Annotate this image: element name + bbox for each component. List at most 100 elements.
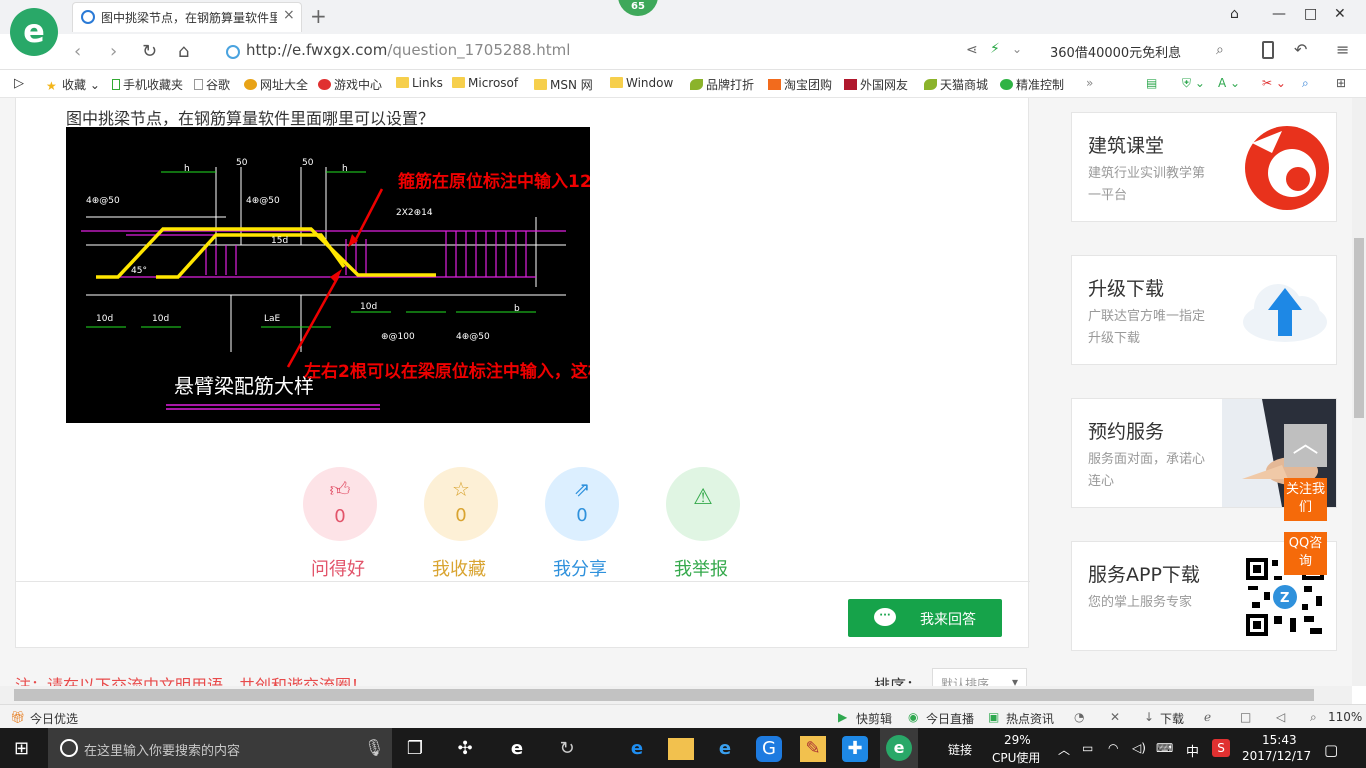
daily-picks-link[interactable]: 今日优选 xyxy=(30,710,78,727)
report-label[interactable]: 我举报 xyxy=(641,555,761,581)
notes-app-icon[interactable]: ✎ xyxy=(800,736,826,762)
browser-badge[interactable]: 65 xyxy=(618,0,658,16)
sort-select[interactable]: 默认排序 ▾ xyxy=(932,668,1027,686)
bookmark-item[interactable]: 淘宝团购 xyxy=(768,76,832,93)
bookmark-item[interactable]: Window xyxy=(610,76,673,90)
book-icon[interactable]: ▤ xyxy=(1146,76,1157,90)
bookmark-item[interactable]: 天猫商城 xyxy=(924,76,988,93)
undo-icon[interactable]: ↶ xyxy=(1294,40,1307,59)
new-tab-button[interactable]: + xyxy=(310,4,327,28)
forward-icon[interactable]: › xyxy=(110,41,117,62)
shield-icon[interactable]: ⛨ ⌄ xyxy=(1182,76,1205,91)
bookmark-item[interactable]: MSN 网 xyxy=(534,76,593,93)
bookmark-item[interactable]: 网址大全 xyxy=(244,76,308,93)
more-bookmarks-icon[interactable]: » xyxy=(1086,76,1093,90)
battery-icon[interactable]: ▭ xyxy=(1082,741,1093,755)
clock-date[interactable]: 2017/12/17 xyxy=(1242,749,1311,763)
taskbar-link-label[interactable]: 链接 xyxy=(948,741,972,758)
menu-icon[interactable]: ≡ xyxy=(1336,40,1349,59)
ie-app-icon[interactable]: e xyxy=(712,736,738,762)
back-icon[interactable]: ‹ xyxy=(74,41,81,62)
bookmark-item[interactable]: Microsof xyxy=(452,76,518,90)
search-icon[interactable]: ⌕ xyxy=(1216,42,1224,58)
share-label[interactable]: 我分享 xyxy=(520,555,640,581)
windows-start-icon[interactable]: ⊞ xyxy=(14,738,29,759)
active-browser-task[interactable]: e xyxy=(880,728,918,768)
bookmark-item[interactable]: Links xyxy=(396,76,443,90)
download-link[interactable]: 下载 xyxy=(1160,710,1184,727)
keyboard-icon[interactable]: ⌨ xyxy=(1156,741,1173,755)
question-image[interactable]: 50 50 h h 4⊕@50 4⊕@50 2X2⊕14 15d 45° 10d… xyxy=(66,127,590,423)
translate-icon[interactable]: A ⌄ xyxy=(1218,76,1240,90)
status-item[interactable]: 今日直播 xyxy=(926,710,974,727)
maximize-button[interactable]: □ xyxy=(1304,6,1317,22)
bookmark-item[interactable]: 游戏中心 xyxy=(318,76,382,93)
tab-close-icon[interactable]: × xyxy=(283,7,295,23)
speed-icon[interactable]: ◔ xyxy=(1074,710,1084,724)
favorite-label[interactable]: 我收藏 xyxy=(399,555,519,581)
report-button[interactable]: ⚠ xyxy=(666,467,740,541)
horizontal-scroll-thumb[interactable] xyxy=(14,689,1314,701)
share-button[interactable]: ⇗ 0 xyxy=(545,467,619,541)
answer-button[interactable]: ··· 我来回答 xyxy=(848,599,1002,637)
sogou-icon[interactable]: S xyxy=(1212,739,1230,757)
url-field[interactable]: http://e.fwxgx.com/question_1705288.html xyxy=(246,41,570,59)
spiral-app-icon[interactable]: ↻ xyxy=(554,736,580,762)
reload-icon[interactable]: ↻ xyxy=(142,41,157,62)
browser-tab[interactable]: 图中挑梁节点，在钢筋算量软件里面哪里可以设置？ × xyxy=(72,2,302,32)
task-view-icon[interactable]: ❐ xyxy=(402,736,428,762)
share-icon[interactable]: ⋖ xyxy=(966,42,978,58)
sidebar-card-course[interactable]: 建筑课堂 建筑行业实训教学第一平台 xyxy=(1071,112,1337,222)
g-app-icon[interactable]: G xyxy=(756,736,782,762)
bookmark-item[interactable]: 外国网友 xyxy=(844,76,908,93)
lightning-icon[interactable]: ⚡ xyxy=(990,41,1000,57)
taskbar-search[interactable]: 在这里输入你要搜索的内容 🎙︎ xyxy=(48,728,392,768)
ime-indicator[interactable]: 中 xyxy=(1186,741,1199,760)
status-item[interactable]: 热点资讯 xyxy=(1006,710,1054,727)
file-explorer-icon[interactable] xyxy=(668,738,694,760)
notification-icon[interactable]: ▢ xyxy=(1324,741,1338,759)
ie-mode-icon[interactable]: ℯ xyxy=(1204,710,1211,724)
minimize-button[interactable]: — xyxy=(1272,6,1286,22)
like-button[interactable]: 👍︎ 0 xyxy=(303,467,377,541)
wifi-icon[interactable]: ◠ xyxy=(1108,741,1118,755)
apps-grid-icon[interactable]: ⊞ xyxy=(1336,76,1346,90)
edge-app-icon[interactable]: e xyxy=(624,736,650,762)
edge-icon[interactable]: e xyxy=(504,736,530,762)
close-window-button[interactable]: ✕ xyxy=(1334,6,1346,22)
zoom-level[interactable]: 110% xyxy=(1328,710,1362,724)
magnifier-icon[interactable]: ⌕ xyxy=(1302,76,1309,91)
favorite-button[interactable]: ☆ 0 xyxy=(424,467,498,541)
audio-icon[interactable]: ◁ xyxy=(1276,710,1285,724)
vertical-scroll-thumb[interactable] xyxy=(1354,238,1364,418)
follow-us-button[interactable]: 关注我们 xyxy=(1284,478,1327,521)
back-to-top-button[interactable]: ︿ xyxy=(1284,424,1327,467)
clock-time[interactable]: 15:43 xyxy=(1262,733,1297,747)
annotation-bars: 左右2根可以在梁原位标注中输入，这样梁宽度为柱的宽度， xyxy=(304,361,590,382)
bookmark-item[interactable]: 品牌打折 xyxy=(690,76,754,93)
pinwheel-app-icon[interactable]: ✣ xyxy=(452,736,478,762)
window-icon[interactable]: □ xyxy=(1240,710,1251,724)
bookmark-item[interactable]: 精准控制 xyxy=(1000,76,1064,93)
shirt-icon[interactable]: ⌂ xyxy=(1230,6,1239,22)
tools-icon[interactable]: ✕ xyxy=(1110,710,1120,724)
volume-icon[interactable]: ◁) xyxy=(1132,741,1146,755)
sidebar-card-download[interactable]: 升级下载 广联达官方唯一指定升级下载 xyxy=(1071,255,1337,365)
browser-logo-icon[interactable]: e xyxy=(10,8,58,56)
dropdown-icon[interactable]: ⌄ xyxy=(1012,42,1022,56)
home-icon[interactable]: ⌂ xyxy=(178,41,189,62)
plus-app-icon[interactable]: ✚ xyxy=(842,736,868,762)
sidebar-toggle-icon[interactable]: ▷ xyxy=(14,76,24,91)
scissors-icon[interactable]: ✂ ⌄ xyxy=(1262,76,1286,90)
tray-expand-icon[interactable]: ︿ xyxy=(1058,741,1070,758)
promo-link[interactable]: 360借40000元免利息 xyxy=(1050,42,1181,61)
status-item[interactable]: 快剪辑 xyxy=(856,710,892,727)
like-label[interactable]: 问得好 xyxy=(278,555,398,581)
phone-icon[interactable] xyxy=(1262,41,1274,59)
qq-consult-button[interactable]: QQ咨询 xyxy=(1284,532,1327,575)
zoom-icon[interactable]: ⌕ xyxy=(1310,710,1317,725)
bookmark-item[interactable]: 手机收藏夹 xyxy=(112,76,183,93)
bookmark-item[interactable]: ★ 收藏 ⌄ xyxy=(46,76,100,93)
microphone-icon[interactable]: 🎙︎ xyxy=(364,738,384,757)
bookmark-item[interactable]: 谷歌 xyxy=(194,76,230,93)
